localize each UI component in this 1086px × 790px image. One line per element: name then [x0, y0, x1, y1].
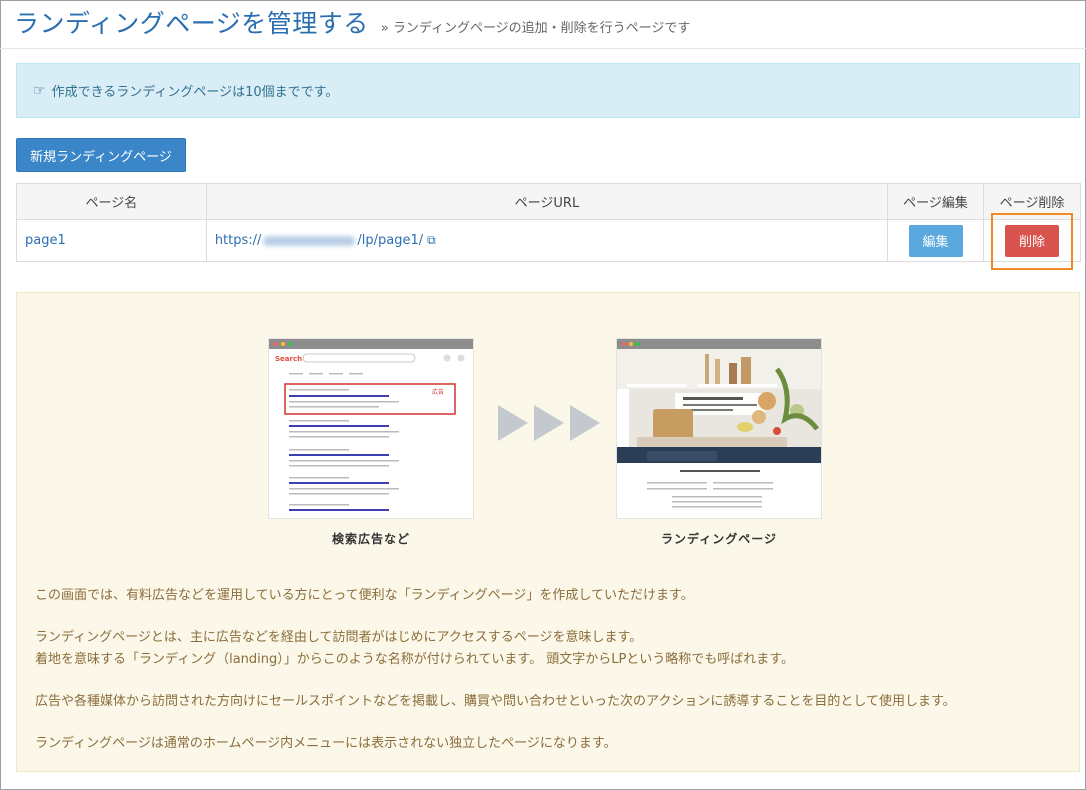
- page-header: ランディングページを管理する » ランディングページの追加・削除を行うページです: [14, 4, 690, 44]
- header-divider: [0, 48, 1086, 49]
- window-max-dot: [288, 342, 292, 346]
- browser-bar: [617, 339, 821, 349]
- page-url-cell: https:// /lp/page1/⧉: [205, 219, 889, 262]
- window-min-dot: [281, 342, 285, 346]
- new-landing-page-button[interactable]: 新規ランディングページ: [16, 138, 186, 172]
- explanation-paragraph-3: 広告や各種媒体から訪問された方向けにセールスポイントなどを掲載し、購買や問い合わ…: [35, 694, 956, 709]
- table-row: page1 https:// /lp/page1/⧉ 編集 削除: [16, 219, 1081, 262]
- column-header-page-name: ページ名: [16, 183, 207, 220]
- left-thumbnail-caption: 検索広告など: [331, 532, 410, 546]
- arrow-right-icon: [534, 405, 564, 441]
- url-prefix: https://: [214, 233, 262, 248]
- info-alert: ☞ 作成できるランディングページは10個までです。: [16, 63, 1080, 118]
- page-url-link[interactable]: https:// /lp/page1/: [215, 233, 423, 248]
- explanation-panel: Search 広告 検索広告など ランディングページ この画面では、有料広告など…: [16, 292, 1080, 772]
- external-link-icon[interactable]: ⧉: [427, 233, 436, 248]
- landing-page-thumbnail: [616, 338, 822, 519]
- search-ad-thumbnail: Search 広告: [268, 338, 474, 519]
- delete-button[interactable]: 削除: [1005, 224, 1059, 257]
- arrow-right-icon: [570, 405, 600, 441]
- column-header-page-url: ページURL: [205, 183, 889, 220]
- explanation-paragraph-1: この画面では、有料広告などを運用している方にとって便利な「ランディングページ」を…: [35, 588, 694, 603]
- explanation-paragraph-2b: 着地を意味する「ランディング（landing）」からこのような名称が付けられてい…: [35, 652, 794, 667]
- hand-point-right-icon: ☞: [33, 82, 46, 99]
- window-close-dot: [274, 342, 278, 346]
- landing-page-table: ページ名 ページURL ページ編集 ページ削除 page1 https:// /l…: [16, 183, 1081, 262]
- info-text: 作成できるランディングページは10個までです。: [51, 85, 339, 100]
- url-suffix: /lp/page1/: [357, 233, 424, 248]
- column-header-page-edit: ページ編集: [887, 183, 984, 220]
- window-min-dot: [629, 342, 633, 346]
- blurred-domain: [263, 235, 356, 246]
- landing-page-illustration: [617, 349, 821, 518]
- page-name-link[interactable]: page1: [25, 233, 66, 248]
- browser-bar: [269, 339, 473, 349]
- search-results-illustration: Search 広告: [275, 353, 465, 511]
- column-header-page-delete: ページ削除: [983, 183, 1081, 220]
- explanation-paragraph-4: ランディングページは通常のホームページ内メニューには表示されない独立したページに…: [35, 736, 617, 751]
- edit-button[interactable]: 編集: [908, 224, 963, 257]
- page-name-cell: page1: [16, 219, 207, 262]
- page-title: ランディングページを管理する: [14, 9, 369, 38]
- explanation-paragraph-2: ランディングページとは、主に広告などを経由して訪問者がはじめにアクセスするページ…: [35, 627, 1065, 671]
- right-thumbnail-caption: ランディングページ: [661, 532, 777, 546]
- ad-label-text: 広告: [432, 388, 444, 396]
- flow-arrows: [498, 405, 606, 441]
- explanation-paragraph-2a: ランディングページとは、主に広告などを経由して訪問者がはじめにアクセスするページ…: [35, 630, 643, 645]
- edit-cell: 編集: [887, 219, 984, 262]
- window-max-dot: [636, 342, 640, 346]
- delete-cell: 削除: [983, 219, 1081, 262]
- window-close-dot: [622, 342, 626, 346]
- arrow-right-icon: [498, 405, 528, 441]
- page-subtitle: » ランディングページの追加・削除を行うページです: [380, 21, 691, 36]
- explanation-text: この画面では、有料広告などを運用している方にとって便利な「ランディングページ」を…: [35, 585, 1065, 775]
- table-header-row: ページ名 ページURL ページ編集 ページ削除: [16, 183, 1081, 220]
- search-logo-text: Search: [275, 355, 302, 363]
